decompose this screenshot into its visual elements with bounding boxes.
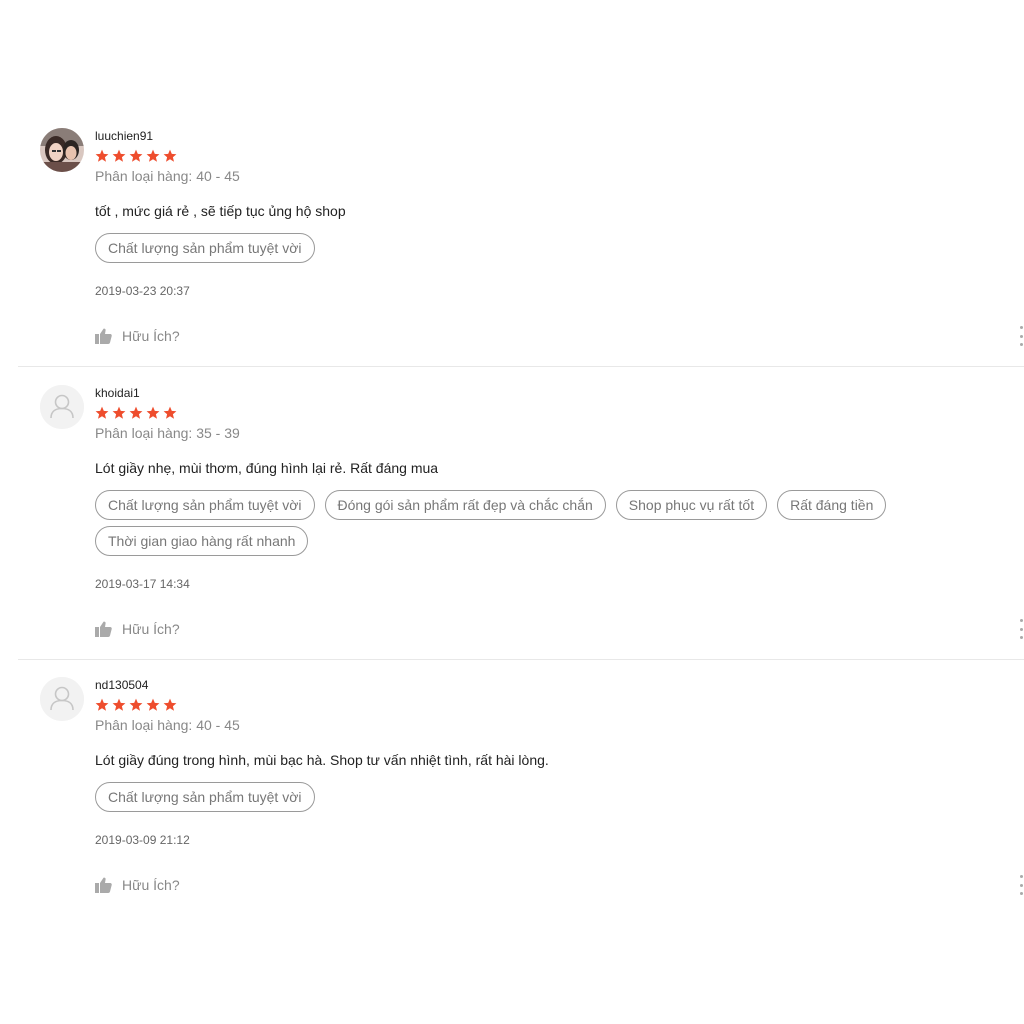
review-date: 2019-03-23 20:37 [95,284,190,298]
review-item: khoidai1 Phân loại hàng: 35 - 39 Lót giầ… [18,385,1024,660]
review-tag: Shop phục vụ rất tốt [615,490,768,520]
username[interactable]: nd130504 [95,678,1024,692]
avatar[interactable] [40,385,84,429]
review-tag: Chất lượng sản phẩm tuyệt vời [95,233,315,263]
review-comment: Lót giầy nhẹ, mùi thơm, đúng hình lại rẻ… [95,460,439,476]
helpful-button[interactable]: Hữu Ích? [122,621,180,637]
rating-stars [95,406,1024,420]
avatar[interactable] [40,677,84,721]
star-icon [95,406,109,419]
review-tags: Chất lượng sản phẩm tuyệt vời [95,233,975,263]
more-options-icon[interactable] [1018,875,1024,895]
review-actions: Hữu Ích? [95,326,1024,346]
variation-label: Phân loại hàng: 40 - 45 [95,717,240,733]
star-icon [129,406,143,419]
review-tag: Rất đáng tiền [777,490,887,520]
star-icon [129,149,143,162]
review-tag: Thời gian giao hàng rất nhanh [95,526,309,556]
review-date: 2019-03-17 14:34 [95,577,190,591]
star-icon [146,406,160,419]
more-options-icon[interactable] [1018,326,1024,346]
variation-label: Phân loại hàng: 40 - 45 [95,168,240,184]
review-list: luuchien91 Phân loại hàng: 40 - 45 tốt ,… [0,0,1024,1024]
review-tag: Đóng gói sản phẩm rất đẹp và chắc chắn [324,490,606,520]
star-icon [95,698,109,711]
star-icon [146,149,160,162]
review-tags: Chất lượng sản phẩm tuyệt vời Đóng gói s… [95,490,975,556]
review-comment: tốt , mức giá rẻ , sẽ tiếp tục ủng hộ sh… [95,203,346,219]
star-icon [163,149,177,162]
thumbs-up-icon[interactable] [95,621,112,637]
review-actions: Hữu Ích? [95,619,1024,639]
star-icon [163,698,177,711]
helpful-button[interactable]: Hữu Ích? [122,328,180,344]
thumbs-up-icon[interactable] [95,328,112,344]
default-user-icon [40,677,84,721]
star-icon [112,406,126,419]
username[interactable]: khoidai1 [95,386,1024,400]
more-options-icon[interactable] [1018,619,1024,639]
star-icon [129,698,143,711]
review-actions: Hữu Ích? [95,875,1024,895]
star-icon [146,698,160,711]
review-tag: Chất lượng sản phẩm tuyệt vời [95,782,315,812]
helpful-button[interactable]: Hữu Ích? [122,877,180,893]
review-item: nd130504 Phân loại hàng: 40 - 45 Lót giầ… [18,677,1024,917]
variation-label: Phân loại hàng: 35 - 39 [95,425,240,441]
default-user-icon [40,385,84,429]
star-icon [112,698,126,711]
rating-stars [95,698,1024,712]
star-icon [112,149,126,162]
review-tags: Chất lượng sản phẩm tuyệt vời [95,782,975,812]
review-tag: Chất lượng sản phẩm tuyệt vời [95,490,315,520]
rating-stars [95,149,1024,163]
review-date: 2019-03-09 21:12 [95,833,190,847]
avatar[interactable] [40,128,84,172]
review-item: luuchien91 Phân loại hàng: 40 - 45 tốt ,… [18,128,1024,367]
review-comment: Lót giầy đúng trong hình, mùi bạc hà. Sh… [95,752,549,768]
user-photo-icon [40,128,84,172]
star-icon [95,149,109,162]
username[interactable]: luuchien91 [95,129,1024,143]
thumbs-up-icon[interactable] [95,877,112,893]
star-icon [163,406,177,419]
